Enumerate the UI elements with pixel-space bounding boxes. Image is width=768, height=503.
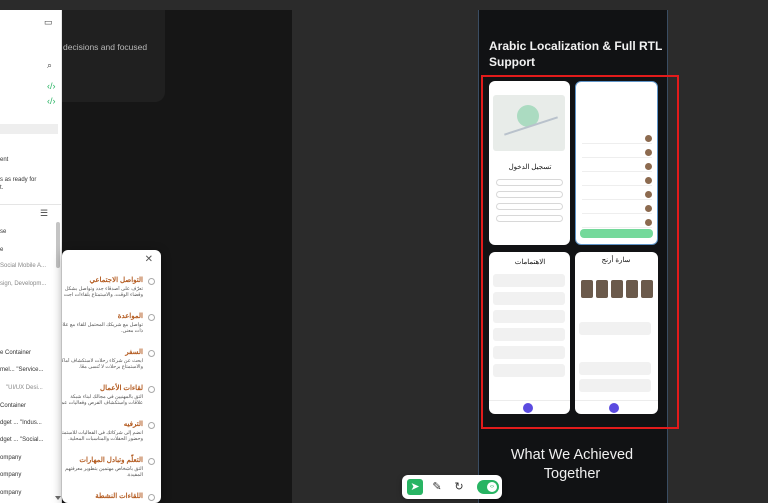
filter-icon[interactable]: ☰ (40, 208, 48, 219)
layer-item[interactable]: ompany (0, 489, 21, 497)
radio-button[interactable] (148, 350, 155, 357)
layer-item[interactable]: e (0, 246, 3, 254)
layer-item[interactable]: dget ... "Social... (0, 436, 44, 444)
radio-button[interactable] (148, 314, 155, 321)
option-desc: تعرّف على أصدقاء جدد وتواصل بشكل وقضاء ا… (63, 286, 143, 298)
option-title: التواصل الاجتماعي (89, 277, 143, 284)
layer-item[interactable]: "UI/UX Desi... (6, 384, 43, 392)
layer-item[interactable]: ompany (0, 454, 21, 462)
popup-option[interactable]: التعلّم وتبادل المهارات التق بأشخاص مهتمي… (62, 456, 161, 490)
option-title: اللقاءات النشطة (95, 493, 143, 500)
popup-option[interactable]: لقاءات الأعمال التق بالمهنيين في مجالك لب… (62, 384, 161, 418)
layer-item[interactable]: se (0, 228, 6, 236)
chevron-down-icon[interactable] (55, 496, 61, 500)
radio-button[interactable] (148, 278, 155, 285)
radio-button[interactable] (148, 386, 155, 393)
option-desc: التق بالمهنيين في مجالك لبناء شبكة علاقا… (62, 394, 143, 406)
canvas-stage: decisions and focused Arabic Localizatio… (0, 0, 768, 503)
option-desc: انضم إلى شركائك في الفعاليات للاستمتاع و… (62, 430, 143, 442)
option-title: التعلّم وتبادل المهارات (79, 457, 143, 464)
layer-item[interactable]: mel... "Service... (0, 366, 43, 374)
popup-option[interactable]: اللقاءات النشطة (62, 492, 161, 503)
layer-item[interactable]: dget ... "Indus... (0, 419, 42, 427)
radio-button[interactable] (148, 494, 155, 501)
option-desc: ابحث عن شركاء رحلات لاستكشاف أماكن والاس… (62, 358, 143, 370)
top-card-text: decisions and focused (63, 42, 148, 52)
select-tool-icon[interactable]: ➤ (407, 479, 423, 495)
layer-item[interactable]: Container (0, 402, 26, 410)
option-desc: التق بأشخاص مهتمين بتطوير معرفتهم المفيد… (65, 466, 143, 478)
top-card: decisions and focused (55, 10, 165, 102)
search-icon[interactable]: ⌕ (47, 60, 52, 71)
popup-option[interactable]: التواصل الاجتماعي تعرّف على أصدقاء جدد وت… (62, 276, 161, 310)
selection-highlight (481, 75, 679, 429)
sidebar-scrollbar[interactable] (56, 222, 60, 268)
sidebar-text: t. (0, 185, 4, 191)
layer-item[interactable]: Social Mobile A... (0, 262, 46, 270)
pen-tool-icon[interactable]: ✎ (429, 479, 445, 495)
interests-popup[interactable]: ✕ التواصل الاجتماعي تعرّف على أصدقاء جدد … (62, 250, 161, 503)
sidebar-text: ent (0, 157, 9, 163)
bottom-toolbar: ➤ ✎ ↻ ‹› (402, 475, 502, 499)
achieved-heading: What We Achieved Together (510, 447, 634, 482)
selected-layer[interactable] (0, 124, 58, 134)
option-title: المواعدة (117, 313, 143, 320)
code-icon: ‹› (487, 482, 497, 492)
option-title: لقاءات الأعمال (100, 385, 143, 392)
layer-item[interactable]: ompany (0, 471, 21, 479)
radio-button[interactable] (148, 422, 155, 429)
code-icon[interactable]: ‹/› (47, 81, 56, 91)
code-toggle[interactable]: ‹› (477, 480, 499, 494)
option-title: الترفيه (123, 421, 143, 428)
code-icon[interactable]: ‹/› (47, 96, 56, 106)
rotate-tool-icon[interactable]: ↻ (451, 479, 467, 495)
sidebar-text: s as ready for (0, 177, 37, 183)
option-desc: تواصل مع شريكك المحتمل للقاء مع علاقة ذا… (62, 322, 143, 334)
layer-item[interactable]: sign, Developm... (0, 280, 46, 288)
popup-option[interactable]: الترفيه انضم إلى شركائك في الفعاليات للاس… (62, 420, 161, 454)
close-icon[interactable]: ✕ (145, 254, 153, 265)
radio-button[interactable] (148, 458, 155, 465)
option-title: السفر (125, 349, 143, 356)
popup-option[interactable]: السفر ابحث عن شركاء رحلات لاستكشاف أماكن … (62, 348, 161, 382)
sidebar-divider (0, 204, 62, 205)
section-heading: Arabic Localization & Full RTL Support (489, 39, 663, 69)
layer-item[interactable]: e Container (0, 349, 31, 357)
layers-sidebar: ▭ ⌕ ‹/› ‹/› ent s as ready for t. ☰ se e… (0, 10, 62, 503)
popup-option[interactable]: المواعدة تواصل مع شريكك المحتمل للقاء مع … (62, 312, 161, 346)
panel-toggle-icon[interactable]: ▭ (44, 17, 53, 28)
